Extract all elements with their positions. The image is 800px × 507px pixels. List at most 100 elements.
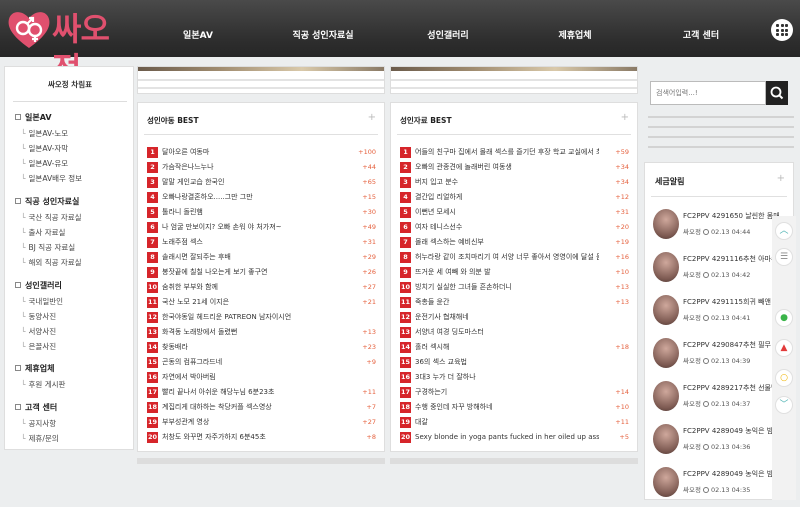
best-row[interactable]: 5 톨라니 돌린햄 +30 xyxy=(147,207,376,221)
best-row[interactable]: 14 홀러 섹시해 +18 xyxy=(400,342,629,356)
best-row[interactable]: 11 국산 노모 21세 이지은 +21 xyxy=(147,297,376,311)
sidebar-item[interactable]: └ BJ 직공 자료실 xyxy=(21,242,75,253)
sidebar-item[interactable]: └ 후원 게시판 xyxy=(21,379,65,390)
best-row[interactable]: 2 오빠의 관종견에 놀래버린 여동생 +34 xyxy=(400,162,629,176)
best-row[interactable]: 16 자연에서 박아버림 xyxy=(147,372,376,386)
alert-title[interactable]: FC2PPV 4291116추천 아마수준... xyxy=(683,254,783,264)
alert-item[interactable]: FC2PPV 4289217추천 선물맹기... 싸오정 02.13 04:37 xyxy=(653,381,783,421)
best-row[interactable]: 6 여자 테니스선수 +20 xyxy=(400,222,629,236)
alert-title[interactable]: FC2PPV 4290847추천 필무 번... xyxy=(683,340,783,350)
row-title[interactable]: 서양녀 여경 딩도마스터 xyxy=(415,327,599,338)
sidebar-item[interactable]: └ 일본AV-유모 xyxy=(21,158,68,169)
sidebar-item[interactable]: └ 해외 직공 자료실 xyxy=(21,257,82,268)
sidebar-item[interactable]: └ 동양사진 xyxy=(21,311,56,322)
best-row[interactable]: 8 허누라랑 같이 조치마리기 여 서양 너무 좋아서 영영이에 달설 듣은 하.… xyxy=(400,252,629,266)
row-title[interactable]: 한국야동일 헤드리운 PATREON 남자이시언 xyxy=(162,312,346,323)
thumbnail[interactable] xyxy=(653,424,679,454)
site-logo[interactable]: 싸오정 xyxy=(6,5,132,88)
alert-item[interactable]: FC2PPV 4289049 농익은 밤쀙... 싸오정 02.13 04:36 xyxy=(653,424,783,464)
row-title[interactable]: Sexy blonde in yoga pants fucked in her … xyxy=(415,432,599,443)
best-row[interactable]: 18 수행 중인데 자꾸 방해하네 +10 xyxy=(400,402,629,416)
nav-direct-archive[interactable]: 직공 성인자료실 xyxy=(283,0,363,57)
row-title[interactable]: 숨취한 부부와 함께 xyxy=(162,282,346,293)
row-title[interactable]: 부부성관계 영상 xyxy=(162,417,346,428)
alert-title[interactable]: FC2PPV 4289049 농익은 밤쀙... xyxy=(683,426,783,436)
row-title[interactable]: 계집리게 대하하는 착당커플 섹스영상 xyxy=(162,402,346,413)
row-title[interactable]: 어들의 친구마 집에서 몰래 섹스를 즐기던 후장 학교 교실에서 최선 선생님… xyxy=(415,147,599,158)
sidebar-group-adult-gallery[interactable]: 성인갤러리 xyxy=(15,280,62,291)
alert-title[interactable]: FC2PPV 4289217추천 선물맹기... xyxy=(683,383,783,393)
best-row[interactable]: 13 서양녀 여경 딩도마스터 xyxy=(400,327,629,341)
search-button[interactable] xyxy=(766,81,788,105)
best-row[interactable]: 17 빨리 끝나서 아쉬운 해당누님 6분23초 +11 xyxy=(147,387,376,401)
best-row[interactable]: 2 가슴작은나느누나 +44 xyxy=(147,162,376,176)
sidebar-group-japan-av[interactable]: 일본AV xyxy=(15,112,52,123)
scroll-up-button[interactable]: ︿ xyxy=(775,222,793,240)
banner-strip-left[interactable] xyxy=(137,66,385,94)
best-row[interactable]: 5 이뻔년 모세시 +31 xyxy=(400,207,629,221)
best-row[interactable]: 8 솔래시면 잘되주는 후배 +29 xyxy=(147,252,376,266)
row-title[interactable]: 국산 노모 21세 이지은 xyxy=(162,297,346,308)
sidebar-group-direct-archive[interactable]: 직공 성인자료실 xyxy=(15,196,79,207)
alert-item[interactable]: FC2PPV 4291650 날씬한 몸매 ... 싸오정 02.13 04:44 xyxy=(653,209,783,249)
more-plus-button[interactable]: + xyxy=(777,173,785,184)
best-row[interactable]: 10 숨취한 부부와 함께 +27 xyxy=(147,282,376,296)
best-row[interactable]: 18 계집리게 대하하는 착당커플 섹스영상 +7 xyxy=(147,402,376,416)
alert-item[interactable]: FC2PPV 4289049 농익은 밤쀙... 싸오정 02.13 04:35 xyxy=(653,467,783,507)
best-row[interactable]: 12 한국야동일 헤드리운 PATREON 남자이시언 xyxy=(147,312,376,326)
row-title[interactable]: 오빠의 관종견에 놀래버린 여동생 xyxy=(415,162,599,173)
sidebar-item[interactable]: └ 출사 자료실 xyxy=(21,227,65,238)
row-title[interactable]: 홀러 섹시해 xyxy=(415,342,599,353)
sidebar-item[interactable]: └ 일본AV배우 정보 xyxy=(21,173,82,184)
thumbnail[interactable] xyxy=(653,381,679,411)
best-row[interactable]: 15 곤동의 컴퓨그라드네 +9 xyxy=(147,357,376,371)
best-row[interactable]: 19 대갈 +11 xyxy=(400,417,629,431)
row-title[interactable]: 36의 섹스 교육법 xyxy=(415,357,599,368)
alert-title[interactable]: FC2PPV 4291650 날씬한 몸매 ... xyxy=(683,211,783,221)
row-title[interactable]: 뜨거운 세 여빼 와 의분 발 xyxy=(415,267,599,278)
notification-button[interactable]: ▲ xyxy=(775,339,793,357)
best-row[interactable]: 4 결간입 리얼하게 +12 xyxy=(400,192,629,206)
best-row[interactable]: 14 찾동배라 +23 xyxy=(147,342,376,356)
best-row[interactable]: 10 빙치기 실실한 그녀들 흔손하더니 +13 xyxy=(400,282,629,296)
sidebar-item[interactable]: └ 제휴/문의 xyxy=(21,433,59,444)
row-title[interactable]: 솔래시면 잘되주는 후배 xyxy=(162,252,346,263)
best-row[interactable]: 9 봉잣끝에 칠칠 나오는게 보기 좋구연 +26 xyxy=(147,267,376,281)
row-title[interactable]: 허누라랑 같이 조치마리기 여 서양 너무 좋아서 영영이에 달설 듣은 하..… xyxy=(415,252,599,263)
search-float-button[interactable]: ○ xyxy=(775,369,793,387)
sidebar-item[interactable]: └ 일본AV-자막 xyxy=(21,143,68,154)
row-title[interactable]: 노래주점 섹스 xyxy=(162,237,346,248)
sidebar-group-partners[interactable]: 제휴업체 xyxy=(15,363,54,374)
best-row[interactable]: 19 부부성관계 영상 +27 xyxy=(147,417,376,431)
thumbnail[interactable] xyxy=(653,295,679,325)
row-title[interactable]: 이뻔년 모세시 xyxy=(415,207,599,218)
banner-strip-right[interactable] xyxy=(390,66,638,94)
row-title[interactable]: 처창도 와꾸면 자주가하지 6분45초 xyxy=(162,432,346,443)
row-title[interactable]: 결간입 리얼하게 xyxy=(415,192,599,203)
thumbnail[interactable] xyxy=(653,252,679,282)
thumbnail[interactable] xyxy=(653,209,679,239)
row-title[interactable]: 자연에서 박아버림 xyxy=(162,372,346,383)
sidebar-item[interactable]: └ 서양사진 xyxy=(21,326,56,337)
more-plus-button[interactable]: + xyxy=(621,112,629,123)
row-title[interactable]: 톨라니 돌린햄 xyxy=(162,207,346,218)
row-title[interactable]: 말말 게인교습 한국인 xyxy=(162,177,346,188)
sidebar-item[interactable]: └ 국내일반인 xyxy=(21,296,63,307)
row-title[interactable]: 3대3 누가 더 잘하나 xyxy=(415,372,599,383)
best-row[interactable]: 4 오빠나랑결혼하오.....그만 그만 +15 xyxy=(147,192,376,206)
row-title[interactable]: 빨리 끝나서 아쉬운 해당누님 6분23초 xyxy=(162,387,346,398)
thumbnail[interactable] xyxy=(653,338,679,368)
best-row[interactable]: 1 어들의 친구마 집에서 몰래 섹스를 즐기던 후장 학교 교실에서 최선 선생… xyxy=(400,147,629,161)
row-title[interactable]: 구경하는기 xyxy=(415,387,599,398)
more-plus-button[interactable]: + xyxy=(368,112,376,123)
best-row[interactable]: 6 나 엄굴 만보이지? 오빠 손워 야 처가져~ +49 xyxy=(147,222,376,236)
best-row[interactable]: 12 운전기사 협채해네 xyxy=(400,312,629,326)
best-row[interactable]: 15 36의 섹스 교육법 xyxy=(400,357,629,371)
sidebar-item[interactable]: └ 국산 직공 자료실 xyxy=(21,212,82,223)
row-title[interactable]: 운전기사 협채해네 xyxy=(415,312,599,323)
row-title[interactable]: 나 엄굴 만보이지? 오빠 손워 야 처가져~ xyxy=(162,222,346,233)
alert-title[interactable]: FC2PPV 4291115희귀 빼앤 가... xyxy=(683,297,783,307)
sidebar-item[interactable]: └ 공지사항 xyxy=(21,418,56,429)
chat-button[interactable]: ● xyxy=(775,309,793,327)
best-row[interactable]: 16 3대3 누가 더 잘하나 xyxy=(400,372,629,386)
